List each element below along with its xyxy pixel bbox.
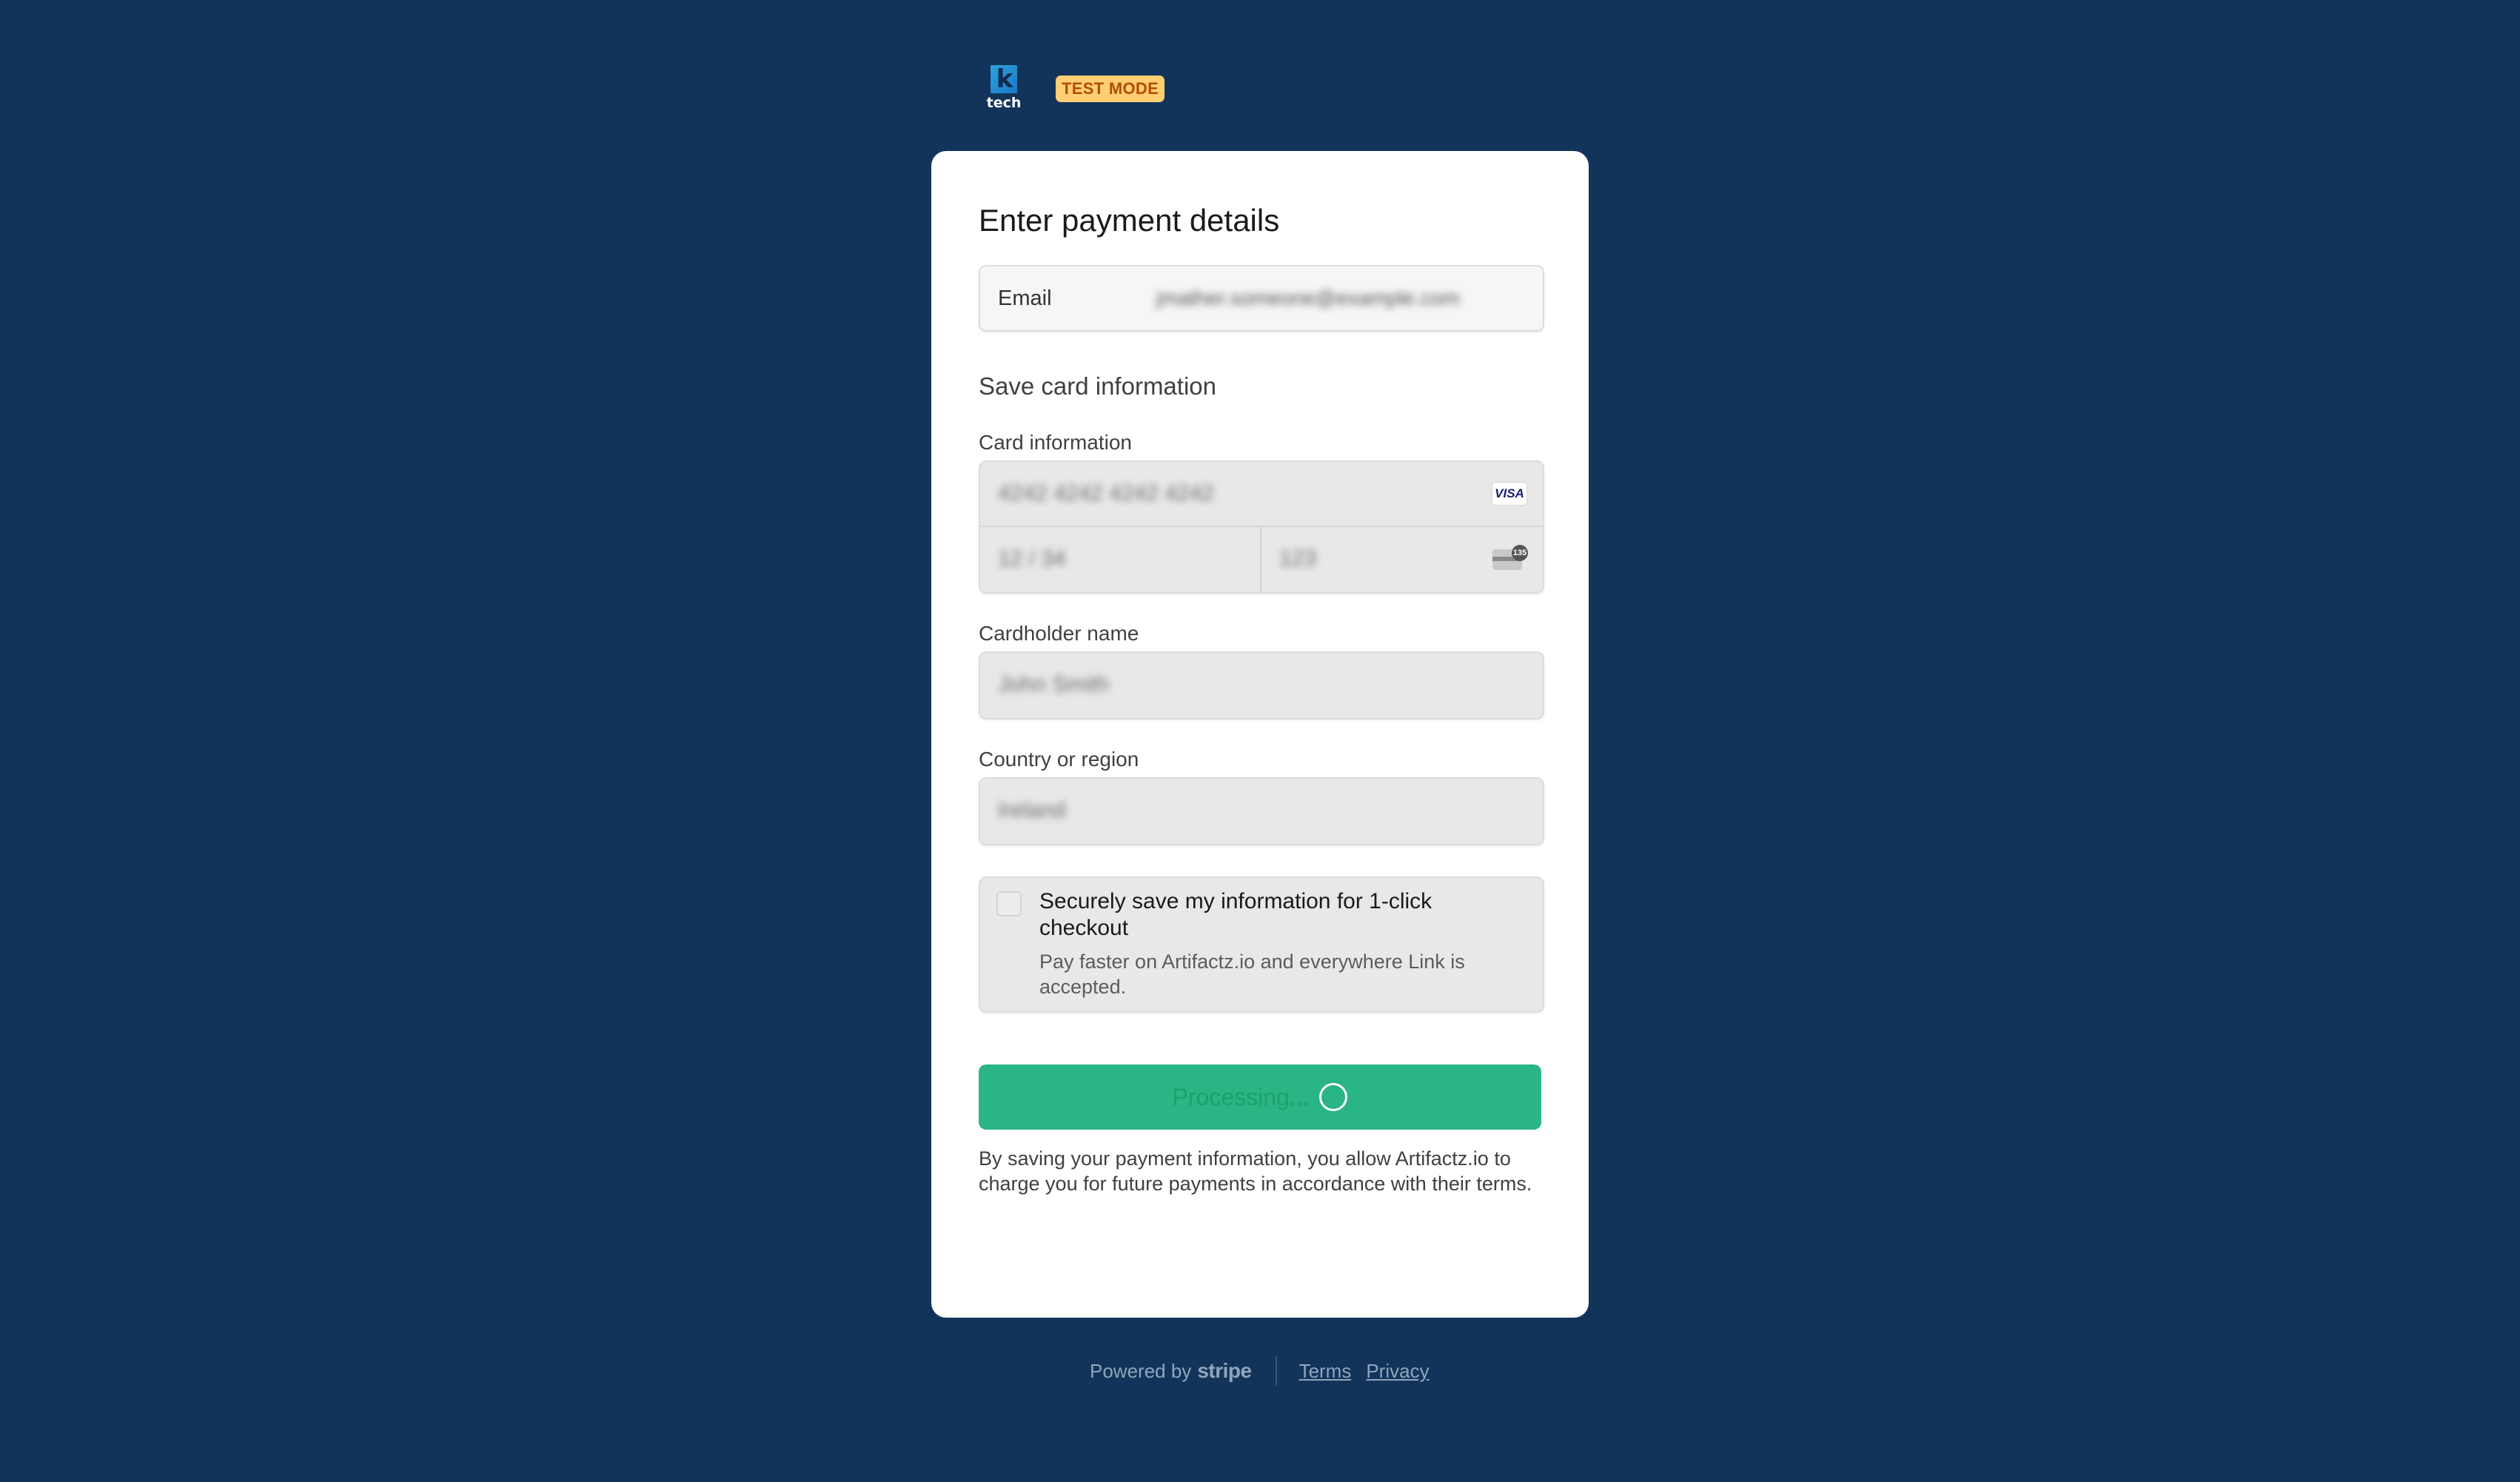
save-info-title: Securely save my information for 1-click… [1039, 889, 1432, 940]
cvc-badge: 135 [1512, 545, 1528, 561]
cvc-value: 123 [1279, 546, 1317, 571]
email-value: jmather.someone@example.com [1156, 286, 1460, 309]
powered-by: Powered by stripe [1090, 1359, 1252, 1383]
cardholder-name-input[interactable]: John Smith [979, 651, 1544, 720]
visa-icon: VISA [1492, 483, 1527, 505]
save-info-description: Pay faster on Artifactz.io and everywher… [1039, 950, 1465, 998]
country-value: Ireland [998, 798, 1066, 822]
save-info-option: Securely save my information for 1-click… [979, 876, 1544, 1013]
email-field[interactable]: Email jmather.someone@example.com [979, 265, 1544, 332]
cvc-input[interactable]: 123 135 [1261, 527, 1543, 592]
cardholder-value: John Smith [998, 672, 1110, 697]
expiry-input[interactable]: 12 / 34 [980, 527, 1261, 592]
card-info-group: 4242 4242 4242 4242 VISA 12 / 34 123 135 [979, 460, 1544, 594]
submit-button[interactable]: Processing... [979, 1064, 1541, 1130]
legal-notice: By saving your payment information, you … [979, 1147, 1532, 1195]
checkout-page: k tech TEST MODE Enter payment details E… [0, 0, 2520, 1482]
section-title: Save card information [979, 372, 1216, 400]
country-label: Country or region [979, 748, 1139, 771]
privacy-link[interactable]: Privacy [1366, 1360, 1429, 1383]
footer-divider [1275, 1356, 1277, 1386]
email-label: Email [998, 286, 1052, 310]
country-select[interactable]: Ireland [979, 777, 1544, 845]
loading-spinner-icon [1319, 1083, 1348, 1111]
card-info-label: Card information [979, 431, 1132, 454]
company-logo: k tech [985, 65, 1023, 113]
card-row-bottom: 12 / 34 123 135 [980, 527, 1543, 592]
footer: Powered by stripe Terms Privacy [1090, 1356, 1444, 1386]
submit-label: Processing... [1172, 1083, 1310, 1110]
stripe-logo[interactable]: stripe [1197, 1359, 1252, 1383]
logo-text: tech [986, 95, 1022, 111]
expiry-value: 12 / 34 [998, 546, 1066, 571]
card-number-value: 4242 4242 4242 4242 [998, 481, 1214, 506]
page-title: Enter payment details [979, 203, 1280, 238]
payment-card: Enter payment details Email jmather.some… [931, 151, 1589, 1318]
save-info-checkbox[interactable] [996, 891, 1022, 916]
cardholder-label: Cardholder name [979, 622, 1139, 645]
powered-by-label: Powered by [1090, 1360, 1192, 1382]
cvc-card-icon: 135 [1492, 545, 1528, 571]
header: k tech TEST MODE [985, 65, 1165, 113]
terms-link[interactable]: Terms [1299, 1360, 1352, 1383]
logo-mark: k [991, 65, 1017, 93]
test-mode-badge: TEST MODE [1056, 76, 1165, 102]
card-number-input[interactable]: 4242 4242 4242 4242 VISA [980, 462, 1543, 527]
